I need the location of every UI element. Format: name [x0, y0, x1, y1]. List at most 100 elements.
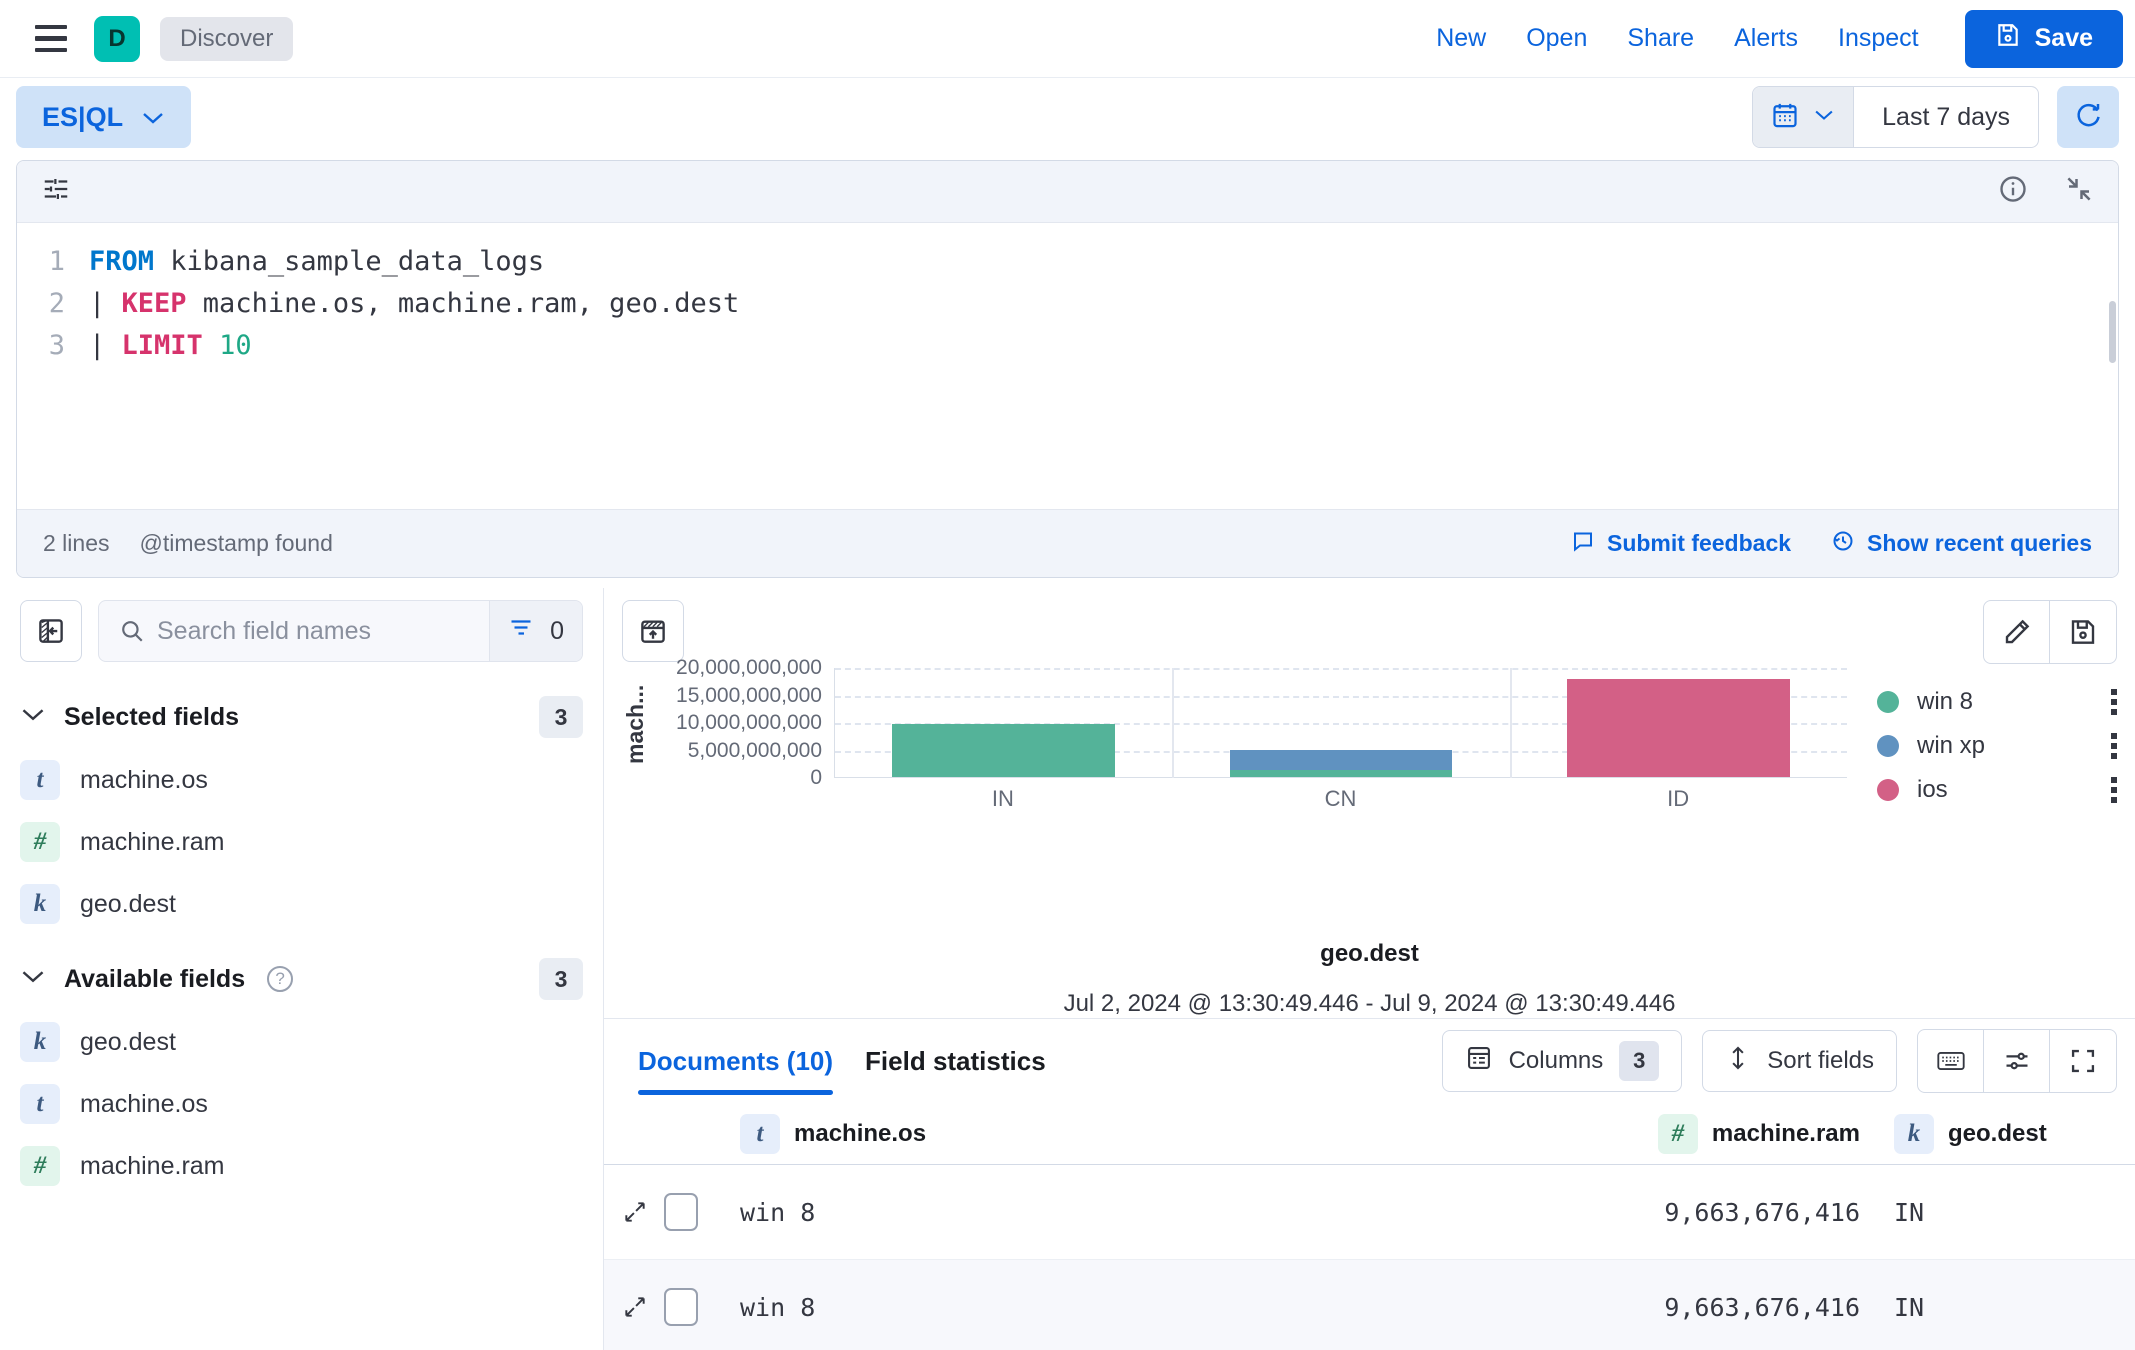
fullscreen-button[interactable] — [2050, 1030, 2116, 1092]
hamburger-menu-icon[interactable] — [28, 16, 74, 62]
collapse-editor-icon[interactable] — [2064, 174, 2094, 209]
save-button[interactable]: Save — [1965, 10, 2123, 68]
legend-item[interactable]: win 8 — [1877, 680, 2117, 724]
row-checkbox[interactable] — [664, 1193, 698, 1231]
sidebar-section-header[interactable]: Available fields?3 — [20, 958, 583, 1000]
chart-bar-segment[interactable] — [1230, 750, 1453, 770]
nav-link-open[interactable]: Open — [1506, 24, 1607, 53]
table-row[interactable]: win 89,663,676,416IN — [604, 1165, 2135, 1260]
editor-scrollbar[interactable] — [2109, 301, 2116, 363]
display-options-button[interactable] — [1984, 1030, 2050, 1092]
refresh-icon — [2073, 100, 2103, 135]
keyboard-shortcut-icon[interactable] — [41, 174, 71, 209]
line-count-label: 2 lines — [43, 530, 109, 557]
plot-column: 05,000,000,00010,000,000,00015,000,000,0… — [656, 668, 1847, 934]
tab-field-statistics[interactable]: Field statistics — [849, 1019, 1062, 1103]
chart-bar-segment[interactable] — [892, 724, 1115, 777]
row-checkbox[interactable] — [664, 1288, 698, 1326]
query-language-selector[interactable]: ES|QL — [16, 86, 191, 148]
chart-bar[interactable] — [1567, 679, 1790, 777]
sidebar-field-item[interactable]: #machine.ram — [20, 822, 583, 862]
code-token — [203, 325, 219, 367]
search-input[interactable] — [157, 601, 489, 661]
y-axis-tick-label: 0 — [810, 766, 822, 790]
sidebar-field-item[interactable]: # machine.ram — [20, 1146, 583, 1186]
chevron-down-icon — [1813, 108, 1835, 127]
sidebar-field-item[interactable]: tmachine.os — [20, 760, 583, 800]
sidebar-field-label: machine.ram — [80, 1152, 225, 1181]
time-range-display[interactable]: Last 7 days — [1854, 87, 2038, 147]
app-avatar[interactable]: D — [94, 16, 140, 62]
query-language-label: ES|QL — [42, 102, 123, 133]
sidebar-field-item[interactable]: kgeo.dest — [20, 1022, 583, 1062]
show-recent-queries-button[interactable]: Show recent queries — [1831, 529, 2092, 559]
query-bar: ES|QL — [0, 78, 2135, 156]
column-header-geo-dest[interactable]: k geo.dest — [1860, 1114, 2135, 1154]
breadcrumb[interactable]: Discover — [160, 17, 293, 61]
sort-fields-button[interactable]: Sort fields — [1702, 1030, 1897, 1092]
column-header-machine-ram[interactable]: # machine.ram — [1440, 1114, 1860, 1154]
column-header-label: machine.ram — [1712, 1120, 1860, 1148]
documents-panel: Documents (10) Field statistics Columns … — [604, 1018, 2135, 1350]
editor-body[interactable]: 1FROM kibana_sample_data_logs2| KEEP mac… — [17, 223, 2118, 509]
table-row[interactable]: win 89,663,676,416IN — [604, 1260, 2135, 1350]
field-filter-button[interactable]: 0 — [489, 601, 582, 661]
chart-plot-region[interactable] — [834, 668, 1847, 778]
legend-item[interactable]: ios — [1877, 768, 2117, 812]
save-button-label: Save — [2035, 24, 2093, 53]
nav-link-inspect[interactable]: Inspect — [1818, 24, 1939, 53]
legend-item[interactable]: win xp — [1877, 724, 2117, 768]
expand-row-icon[interactable] — [622, 1294, 648, 1320]
documents-tabbar: Documents (10) Field statistics Columns … — [604, 1019, 2135, 1103]
chart-bar[interactable] — [1230, 750, 1453, 777]
chart-x-axis-title: geo.dest — [622, 940, 2117, 968]
date-quick-select-button[interactable] — [1753, 87, 1854, 147]
sidebar-sections: Selected fields3 tmachine.os # machine.ram k… — [20, 696, 583, 1186]
timestamp-found-label: @timestamp found — [139, 530, 332, 557]
chart-bar-segment[interactable] — [1230, 770, 1453, 777]
nav-link-alerts[interactable]: Alerts — [1714, 24, 1818, 53]
tab-documents[interactable]: Documents (10) — [622, 1019, 849, 1103]
keyboard-shortcuts-button[interactable] — [1918, 1030, 1984, 1092]
sidebar-section-header[interactable]: Selected fields3 — [20, 696, 583, 738]
top-navigation: D Discover New Open Share Alerts Inspect… — [0, 0, 2135, 78]
code-line[interactable]: 1FROM kibana_sample_data_logs — [17, 241, 2118, 283]
nav-link-share[interactable]: Share — [1607, 24, 1714, 53]
legend-item-menu-icon[interactable] — [2111, 733, 2117, 759]
submit-feedback-label: Submit feedback — [1607, 530, 1791, 557]
column-header-label: machine.os — [794, 1120, 926, 1148]
field-type-icon: k — [20, 1022, 60, 1062]
y-axis-tick-label: 15,000,000,000 — [676, 684, 822, 708]
code-lines: 1FROM kibana_sample_data_logs2| KEEP mac… — [17, 241, 2118, 367]
expand-row-icon[interactable] — [622, 1199, 648, 1225]
save-visualization-button[interactable] — [2050, 601, 2116, 663]
table-icon — [1465, 1044, 1493, 1079]
sidebar-field-item[interactable]: kgeo.dest — [20, 884, 583, 924]
field-type-icon: # — [20, 1146, 60, 1186]
cell-machine-os: win 8 — [740, 1198, 1440, 1227]
x-axis-ticks: INCNID — [834, 778, 1847, 818]
columns-button[interactable]: Columns 3 — [1442, 1030, 1683, 1092]
chart-bar[interactable] — [892, 724, 1115, 777]
code-token: machine.os, machine.ram, geo.dest — [187, 283, 740, 325]
collapse-sidebar-button[interactable] — [20, 600, 82, 662]
nav-link-new[interactable]: New — [1416, 24, 1506, 53]
refresh-button[interactable] — [2057, 86, 2119, 148]
edit-visualization-button[interactable] — [1984, 601, 2050, 663]
column-header-machine-os[interactable]: t machine.os — [740, 1114, 1440, 1154]
cell-geo-dest: IN — [1860, 1198, 2135, 1227]
y-axis-tick-label: 5,000,000,000 — [688, 739, 822, 763]
code-line[interactable]: 3| LIMIT 10 — [17, 325, 2118, 367]
submit-feedback-button[interactable]: Submit feedback — [1571, 529, 1791, 559]
field-type-icon: k — [1894, 1114, 1934, 1154]
legend-label: win xp — [1917, 732, 1985, 760]
collapse-chart-button[interactable] — [622, 600, 684, 662]
sidebar-field-item[interactable]: tmachine.os — [20, 1084, 583, 1124]
code-line[interactable]: 2| KEEP machine.os, machine.ram, geo.des… — [17, 283, 2118, 325]
legend-item-menu-icon[interactable] — [2111, 777, 2117, 803]
question-circle-icon[interactable]: ? — [267, 966, 293, 992]
chart-bar-segment[interactable] — [1567, 679, 1790, 777]
info-icon[interactable] — [1998, 174, 2028, 209]
legend-item-menu-icon[interactable] — [2111, 689, 2117, 715]
chart-actions-group — [1983, 600, 2117, 664]
